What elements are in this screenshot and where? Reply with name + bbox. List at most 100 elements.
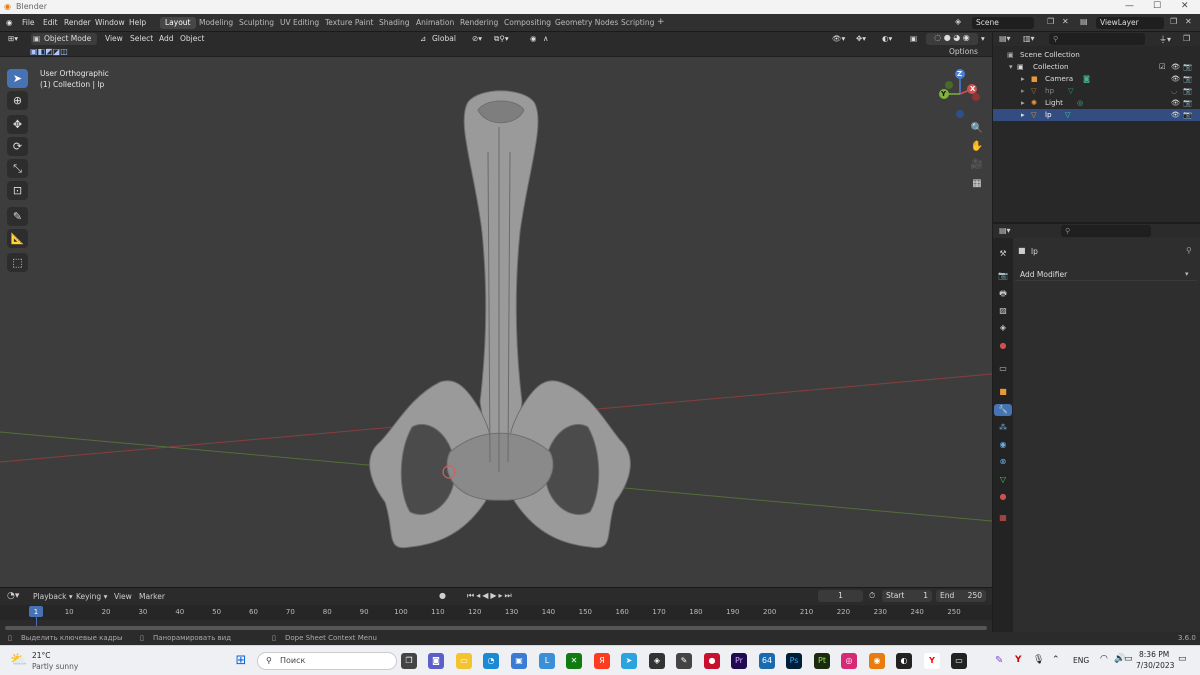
timeline-scrollbar[interactable]	[5, 626, 987, 630]
add-cube-tool[interactable]: ⬚	[7, 253, 28, 272]
app-l-icon[interactable]: L	[539, 653, 555, 669]
terminal-icon[interactable]: ▭	[951, 653, 967, 669]
tab-sculpting[interactable]: Sculpting	[234, 17, 279, 29]
menu-marker[interactable]: Marker	[139, 592, 165, 601]
3d-viewport[interactable]: ⊞▾ ▣ Object Mode View Select Add Object …	[0, 32, 992, 587]
telegram-icon[interactable]: ➤	[621, 653, 637, 669]
tab-texture-paint[interactable]: Texture Paint	[320, 17, 378, 29]
tab-geometry-nodes[interactable]: Geometry Nodes	[550, 17, 623, 29]
camera-view-icon[interactable]: 🎥	[969, 157, 985, 173]
painter-icon[interactable]: Pt	[814, 653, 830, 669]
language-indicator[interactable]: ENG	[1073, 656, 1089, 665]
rotate-tool[interactable]: ⟳	[7, 137, 28, 156]
mode-selector[interactable]: ▣ Object Mode	[31, 33, 97, 45]
render-camera-icon[interactable]: 📷	[1183, 74, 1192, 83]
app-64-icon[interactable]: 64	[759, 653, 775, 669]
playback-controls-icon[interactable]: ⏮◂◀▶▸⏭	[467, 591, 514, 601]
falloff-icon[interactable]: ∧	[543, 34, 549, 43]
new-collection-icon[interactable]: ❐	[1183, 34, 1190, 43]
checkbox-icon[interactable]: ☑	[1159, 62, 1165, 71]
display-mode-icon[interactable]: ▥▾	[1023, 34, 1035, 43]
visibility-icon[interactable]: 👁▾	[832, 34, 845, 43]
menu-help[interactable]: Help	[129, 18, 146, 27]
new-scene-icon[interactable]: ❐	[1047, 17, 1054, 26]
delete-view-layer-icon[interactable]: ✕	[1185, 17, 1192, 26]
data-tab-icon[interactable]: ▽	[997, 474, 1009, 486]
outliner-row-scene-collection[interactable]: ▣ Scene Collection	[993, 49, 1200, 61]
properties-search-input[interactable]: ⚲	[1061, 225, 1151, 237]
current-frame-field[interactable]: 1	[818, 590, 863, 602]
pin-icon[interactable]: ⚲	[1186, 246, 1192, 255]
notifications-icon[interactable]: ▭	[1178, 654, 1187, 664]
delete-scene-icon[interactable]: ✕	[1062, 17, 1069, 26]
output-tab-icon[interactable]: 🖶	[997, 288, 1009, 300]
tab-shading[interactable]: Shading	[374, 17, 414, 29]
render-camera-icon[interactable]: 📷	[1183, 86, 1192, 95]
snap-icon[interactable]: ⧉⚲▾	[494, 34, 509, 44]
tab-compositing[interactable]: Compositing	[499, 17, 556, 29]
windows-start-icon[interactable]: ⊞	[233, 653, 249, 669]
object-tab-icon[interactable]: ■	[997, 386, 1009, 398]
wifi-icon[interactable]: ◠	[1100, 654, 1108, 664]
material-tab-icon[interactable]: ●	[997, 491, 1009, 503]
stopwatch-icon[interactable]: ⏱	[869, 591, 875, 601]
minimize-button[interactable]: —	[1125, 1, 1134, 11]
physics-tab-icon[interactable]: ◉	[997, 439, 1009, 451]
texture-tab-icon[interactable]: ▦	[997, 512, 1009, 524]
eye-hidden-icon[interactable]: ◡	[1171, 86, 1177, 95]
render-camera-icon[interactable]: 📷	[1183, 62, 1192, 71]
annotate-tool[interactable]: ✎	[7, 207, 28, 226]
yandex-tray-icon[interactable]: Y	[1015, 655, 1022, 665]
proportional-edit-icon[interactable]: ◉	[530, 34, 537, 43]
tab-animation[interactable]: Animation	[411, 17, 459, 29]
clock-date[interactable]: 7/30/2023	[1136, 661, 1174, 670]
tab-layout[interactable]: Layout	[160, 17, 196, 29]
add-workspace-button[interactable]: +	[652, 16, 670, 28]
blender-icon[interactable]: ◉	[869, 653, 885, 669]
transform-orientation[interactable]: Global	[432, 34, 456, 43]
scene-selector[interactable]: Scene	[972, 17, 1034, 29]
menu-view[interactable]: View	[105, 34, 123, 43]
eye-icon[interactable]: 👁	[1171, 74, 1180, 83]
teams-icon[interactable]: ◙	[428, 653, 444, 669]
zoom-icon[interactable]: 🔍	[969, 121, 985, 137]
menu-file[interactable]: File	[22, 18, 35, 27]
modifier-tab-icon[interactable]: 🔧	[994, 404, 1012, 416]
view-layer-selector[interactable]: ViewLayer	[1096, 17, 1164, 29]
menu-add[interactable]: Add	[159, 34, 174, 43]
overlay-toggle-icon[interactable]: ◐▾	[882, 34, 892, 43]
xbox-icon[interactable]: ✕	[566, 653, 582, 669]
eye-icon[interactable]: 👁	[1171, 62, 1180, 71]
menu-window[interactable]: Window	[95, 18, 125, 27]
outliner-row-collection[interactable]: ▾ ▣ Collection ☑ 👁 📷	[993, 61, 1200, 73]
add-modifier-button[interactable]: Add Modifier ▾	[1015, 268, 1197, 281]
outliner-row-hp[interactable]: ▸ ▽ hp ▽ ◡ 📷	[993, 85, 1200, 97]
weather-icon[interactable]: ⛅	[10, 652, 27, 668]
outliner-search-input[interactable]: ⚲	[1049, 33, 1145, 45]
end-frame-field[interactable]: End 250	[936, 590, 986, 602]
timeline-editor-icon[interactable]: ◔▾	[7, 591, 19, 601]
view-layer-tab-icon[interactable]: ▨	[997, 305, 1009, 317]
yandex-browser-icon[interactable]: Я	[594, 653, 610, 669]
tab-uv-editing[interactable]: UV Editing	[275, 17, 324, 29]
tab-modeling[interactable]: Modeling	[194, 17, 238, 29]
render-camera-icon[interactable]: 📷	[1183, 110, 1192, 119]
edge-icon[interactable]: ◔	[483, 653, 499, 669]
pen-icon[interactable]: ✎	[995, 655, 1003, 666]
collection-tab-icon[interactable]: ▭	[997, 363, 1009, 375]
scene-tab-icon[interactable]: ◈	[997, 322, 1009, 334]
task-view-icon[interactable]: ❐	[401, 653, 417, 669]
eye-icon[interactable]: 👁	[1171, 98, 1180, 107]
particles-tab-icon[interactable]: ⁂	[997, 422, 1009, 434]
perspective-grid-icon[interactable]: ▦	[969, 176, 985, 192]
yandex-icon[interactable]: Y	[924, 653, 940, 669]
menu-render[interactable]: Render	[64, 18, 91, 27]
tool-tab-icon[interactable]: ⚒	[997, 248, 1009, 260]
photoshop-icon[interactable]: Ps	[786, 653, 802, 669]
maximize-button[interactable]: ☐	[1153, 1, 1161, 11]
eye-icon[interactable]: 👁	[1171, 110, 1180, 119]
render-camera-icon[interactable]: 📷	[1183, 98, 1192, 107]
filter-icon[interactable]: ⏚▾	[1159, 34, 1171, 45]
move-tool[interactable]: ✥	[7, 115, 28, 134]
xray-icon[interactable]: ▣	[910, 34, 917, 43]
